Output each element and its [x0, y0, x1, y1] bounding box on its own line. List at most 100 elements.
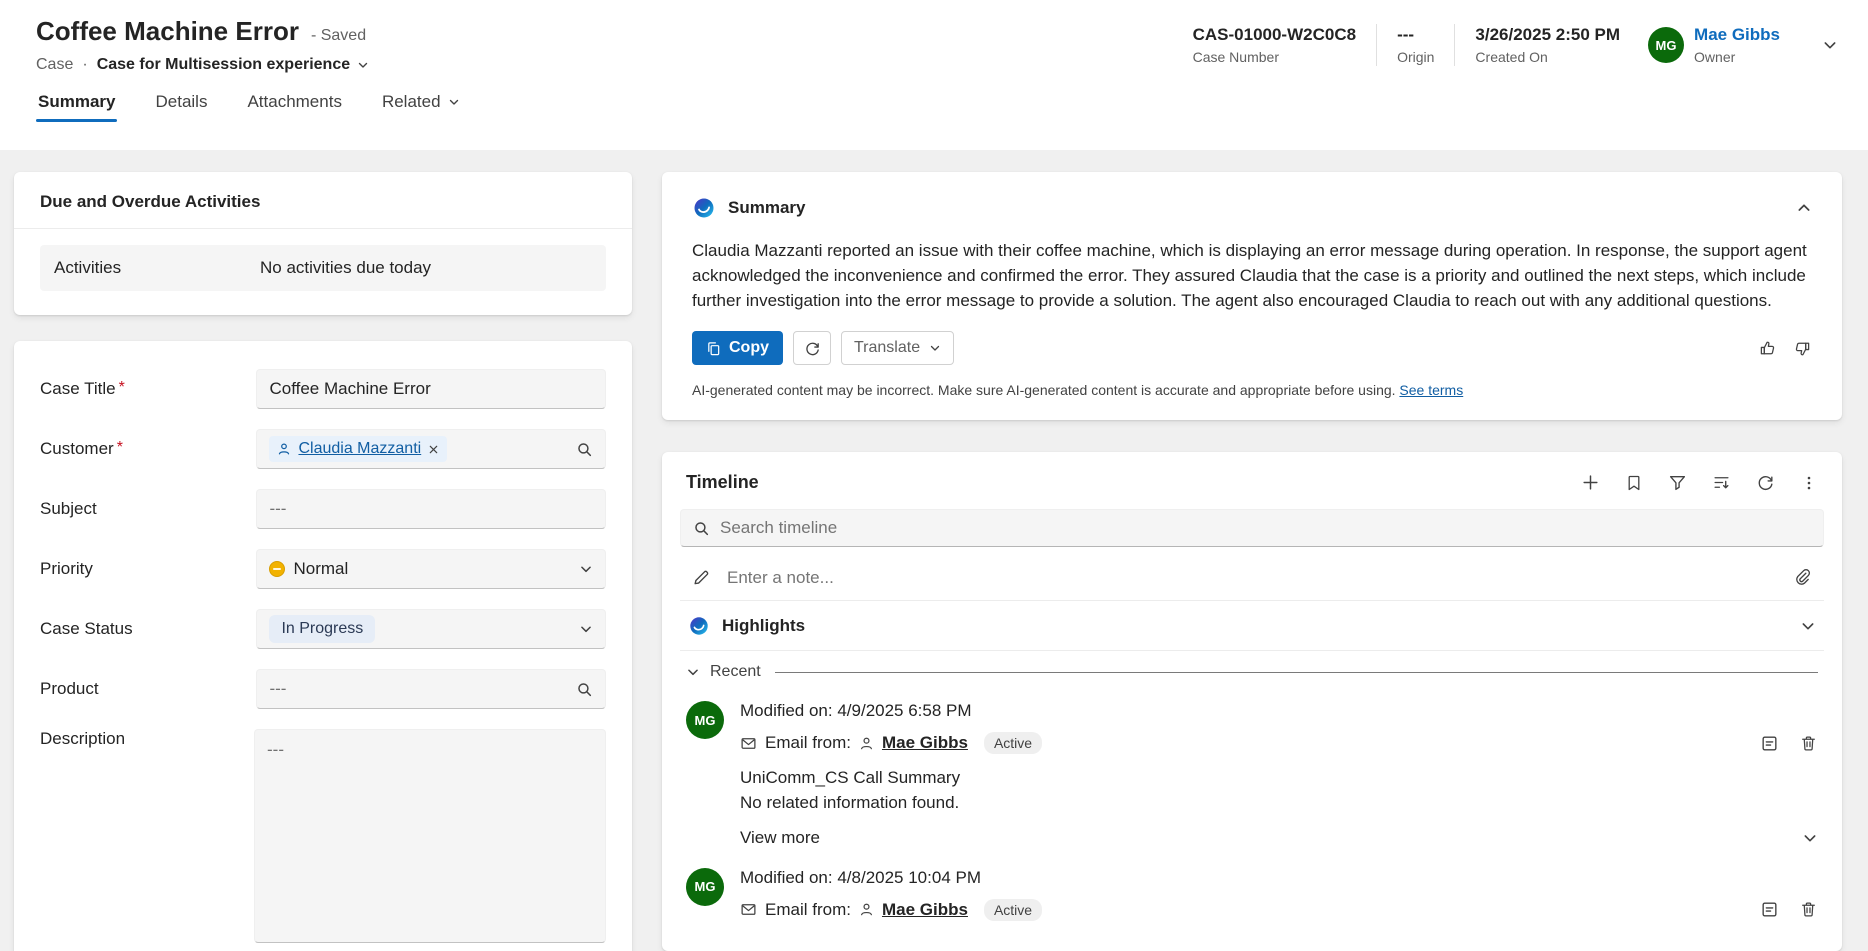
case-number-field: CAS-01000-W2C0C8 Case Number — [1193, 25, 1356, 65]
highlights-section[interactable]: Highlights — [680, 601, 1824, 651]
chevron-down-icon[interactable] — [1802, 830, 1818, 846]
priority-normal-icon — [269, 561, 285, 577]
created-on-field: 3/26/2025 2:50 PM Created On — [1475, 25, 1620, 65]
recent-group-header[interactable]: Recent — [680, 663, 1824, 681]
divider — [1376, 24, 1377, 66]
remove-customer-icon[interactable] — [428, 444, 439, 455]
tab-details[interactable]: Details — [153, 92, 209, 124]
product-lookup[interactable]: --- — [256, 669, 606, 709]
person-icon — [277, 442, 291, 456]
tab-summary[interactable]: Summary — [36, 92, 117, 124]
form-selector[interactable]: Case for Multisession experience — [97, 56, 369, 74]
status-badge: Active — [984, 899, 1042, 921]
bookmark-icon[interactable] — [1625, 474, 1643, 492]
field-row-priority: Priority Normal — [40, 549, 606, 589]
entity-label: Case — [36, 56, 73, 74]
tab-related[interactable]: Related — [380, 92, 462, 124]
divider — [1454, 24, 1455, 66]
copy-icon — [706, 341, 721, 356]
timeline-search-input[interactable] — [720, 518, 1811, 538]
ai-disclaimer: AI-generated content may be incorrect. M… — [692, 382, 1396, 398]
search-icon — [693, 520, 710, 537]
search-icon[interactable] — [576, 441, 593, 458]
pencil-icon — [692, 568, 711, 587]
owner-name-link[interactable]: Mae Gibbs — [1694, 25, 1780, 45]
entry-kind-label: Email from: — [765, 733, 851, 753]
entry-subject: UniComm_CS Call Summary — [740, 766, 1818, 791]
timeline-entry: MG Modified on: 4/8/2025 10:04 PM Email … — [680, 868, 1824, 921]
case-title-label: Case Title — [40, 379, 116, 399]
customer-lookup[interactable]: Claudia Mazzanti — [256, 429, 606, 469]
copy-button[interactable]: Copy — [692, 331, 783, 365]
due-activities-title: Due and Overdue Activities — [40, 192, 606, 212]
search-icon[interactable] — [576, 681, 593, 698]
sort-icon[interactable] — [1712, 473, 1731, 492]
chevron-up-icon[interactable] — [1796, 200, 1812, 216]
translate-button-label: Translate — [854, 339, 920, 357]
see-terms-link[interactable]: See terms — [1399, 382, 1463, 398]
add-record-icon[interactable] — [1581, 473, 1600, 492]
subject-input[interactable]: --- — [256, 489, 606, 529]
chevron-down-icon — [1800, 618, 1816, 634]
case-status-select[interactable]: In Progress — [256, 609, 606, 649]
origin-value: --- — [1397, 25, 1434, 45]
thumbs-down-icon[interactable] — [1793, 339, 1812, 358]
note-composer — [680, 555, 1824, 601]
entry-snippet: No related information found. — [740, 791, 1818, 816]
priority-select[interactable]: Normal — [256, 549, 606, 589]
tab-attachments[interactable]: Attachments — [245, 92, 344, 124]
more-commands-icon[interactable] — [1800, 474, 1818, 492]
tab-related-label: Related — [382, 92, 441, 112]
required-marker: * — [119, 379, 125, 397]
entry-modified-on: Modified on: 4/8/2025 10:04 PM — [740, 868, 1818, 888]
open-record-icon[interactable] — [1760, 734, 1779, 753]
owner-avatar: MG — [1648, 27, 1684, 63]
customer-link[interactable]: Claudia Mazzanti — [298, 440, 421, 458]
subject-label: Subject — [40, 499, 97, 519]
origin-label: Origin — [1397, 49, 1434, 65]
attachment-icon[interactable] — [1793, 568, 1812, 587]
owner-field: MG Mae Gibbs Owner — [1648, 25, 1780, 65]
app-header: Coffee Machine Error - Saved Case · Case… — [0, 0, 1868, 150]
delete-icon[interactable] — [1799, 900, 1818, 919]
chevron-down-icon — [686, 665, 700, 679]
copy-button-label: Copy — [729, 339, 769, 357]
created-on-value: 3/26/2025 2:50 PM — [1475, 25, 1620, 45]
entry-kind-label: Email from: — [765, 900, 851, 920]
regenerate-button[interactable] — [793, 331, 831, 365]
entry-modified-on: Modified on: 4/9/2025 6:58 PM — [740, 701, 1818, 721]
entry-from-link[interactable]: Mae Gibbs — [882, 900, 968, 920]
case-title-input[interactable] — [269, 379, 593, 399]
field-row-customer: Customer * Claudia Mazzanti — [40, 429, 606, 469]
note-input[interactable] — [727, 568, 1777, 588]
highlights-label: Highlights — [722, 616, 805, 636]
description-textarea[interactable]: --- — [254, 729, 606, 943]
owner-label: Owner — [1694, 49, 1780, 65]
entry-avatar: MG — [686, 868, 724, 906]
filter-icon[interactable] — [1668, 473, 1687, 492]
refresh-icon[interactable] — [1756, 473, 1775, 492]
translate-button[interactable]: Translate — [841, 331, 954, 365]
divider — [775, 672, 1818, 673]
delete-icon[interactable] — [1799, 734, 1818, 753]
entry-avatar: MG — [686, 701, 724, 739]
view-more-link[interactable]: View more — [740, 828, 820, 848]
open-record-icon[interactable] — [1760, 900, 1779, 919]
origin-field: --- Origin — [1397, 25, 1434, 65]
status-badge: In Progress — [269, 615, 375, 643]
case-number-value: CAS-01000-W2C0C8 — [1193, 25, 1356, 45]
header-collapse-icon[interactable] — [1822, 37, 1838, 53]
product-value: --- — [269, 679, 286, 699]
summary-card-title: Summary — [728, 198, 805, 218]
email-icon — [740, 901, 757, 918]
customer-label: Customer — [40, 439, 114, 459]
required-marker: * — [117, 439, 123, 457]
activities-label: Activities — [54, 258, 260, 278]
timeline-search — [680, 509, 1824, 547]
priority-value: Normal — [293, 559, 348, 579]
page-title: Coffee Machine Error — [36, 16, 299, 47]
case-status-label: Case Status — [40, 619, 133, 639]
entry-from-link[interactable]: Mae Gibbs — [882, 733, 968, 753]
subject-value: --- — [269, 499, 286, 519]
thumbs-up-icon[interactable] — [1758, 339, 1777, 358]
